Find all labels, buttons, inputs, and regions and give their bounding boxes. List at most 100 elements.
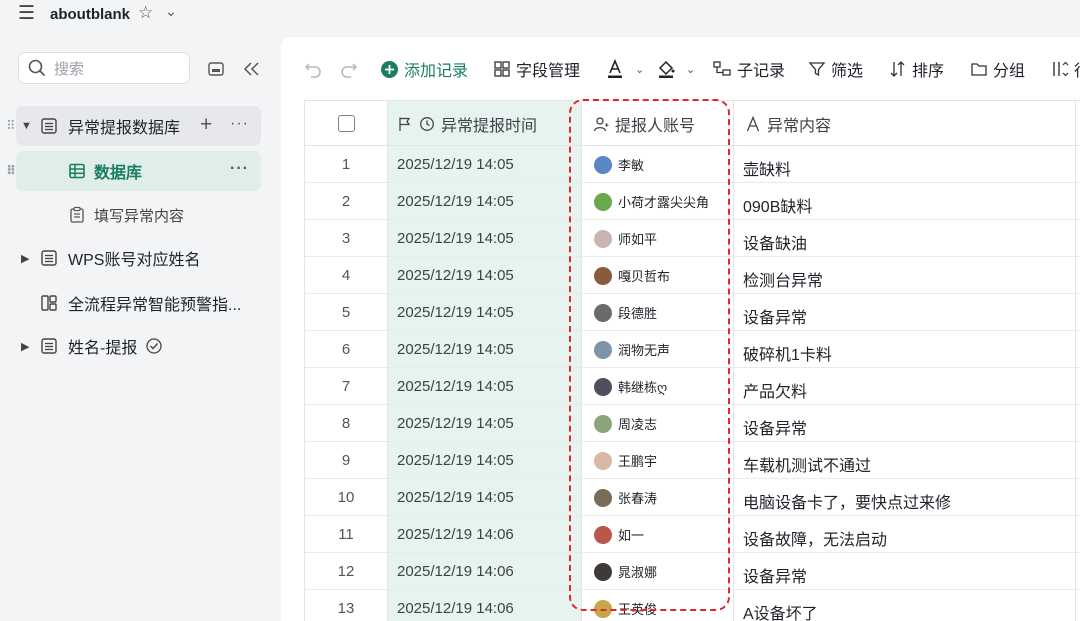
table-row[interactable]: 1 2025/12/19 14:05 李敏 壶缺料	[305, 146, 1080, 183]
table-row[interactable]: 10 2025/12/19 14:05 张春涛 电脑设备卡了，要快点过来修	[305, 479, 1080, 516]
reporter-cell[interactable]: 晁淑娜	[594, 562, 657, 581]
reporter-cell[interactable]: 王英俊	[594, 599, 657, 618]
time-cell[interactable]: 2025/12/19 14:05	[397, 193, 514, 210]
reporter-name: 嘎贝哲布	[618, 269, 671, 284]
avatar	[594, 155, 612, 174]
table-row[interactable]: 12 2025/12/19 14:06 晁淑娜 设备异常	[305, 553, 1080, 590]
sidebar: 搜索 ⠿ ▼ 异常提报数据库 + ··· ⠿ 数据库 ··· 填写异常内容 ▶ …	[0, 30, 275, 621]
time-cell[interactable]: 2025/12/19 14:06	[397, 563, 514, 580]
time-cell[interactable]: 2025/12/19 14:06	[397, 600, 514, 617]
table-row[interactable]: 8 2025/12/19 14:05 周凌志 设备异常	[305, 405, 1080, 442]
reporter-name: 师如平	[618, 232, 658, 247]
reporter-cell[interactable]: 李敏	[594, 155, 644, 174]
table-row[interactable]: 5 2025/12/19 14:05 段德胜 设备异常	[305, 294, 1080, 331]
search-input[interactable]: 搜索	[18, 52, 190, 84]
group-button[interactable]: 分组	[970, 57, 1025, 81]
table-row[interactable]: 9 2025/12/19 14:05 王鹏宇 车载机测试不通过	[305, 442, 1080, 479]
sidebar-item-database[interactable]: ⠿ 数据库 ···	[6, 151, 261, 191]
reporter-cell[interactable]: 张春涛	[594, 488, 657, 507]
time-cell[interactable]: 2025/12/19 14:05	[397, 378, 514, 395]
star-icon[interactable]: ☆	[138, 3, 153, 23]
caret-right-icon[interactable]: ▶	[21, 340, 29, 353]
redo-button[interactable]	[339, 57, 364, 81]
table-row[interactable]: 2 2025/12/19 14:05 小荷才露尖尖角 090B缺料	[305, 183, 1080, 220]
collapse-panel-icon[interactable]	[207, 60, 225, 78]
content-cell[interactable]: 电脑设备卡了，要快点过来修	[743, 489, 951, 513]
fill-color-button[interactable]: ⌄	[657, 57, 695, 81]
collapse-sidebar-icon[interactable]	[242, 60, 262, 78]
add-icon[interactable]: +	[200, 113, 212, 137]
reporter-cell[interactable]: 嘎贝哲布	[594, 266, 670, 285]
caret-right-icon[interactable]: ▶	[21, 252, 29, 265]
text-color-button[interactable]: ⌄	[606, 57, 644, 81]
time-cell[interactable]: 2025/12/19 14:05	[397, 156, 514, 173]
row-number: 6	[341, 341, 351, 358]
time-cell[interactable]: 2025/12/19 14:06	[397, 526, 514, 543]
time-cell[interactable]: 2025/12/19 14:05	[397, 341, 514, 358]
select-all-checkbox[interactable]	[338, 115, 355, 132]
content-cell[interactable]: 产品欠料	[743, 378, 807, 402]
table-row[interactable]: 3 2025/12/19 14:05 师如平 设备缺油	[305, 220, 1080, 257]
reporter-cell[interactable]: 师如平	[594, 229, 657, 248]
content-cell[interactable]: 设备异常	[743, 415, 807, 439]
table-row[interactable]: 7 2025/12/19 14:05 韩继栋ღ 产品欠料	[305, 368, 1080, 405]
column-header-content[interactable]: 异常内容	[745, 101, 831, 146]
sidebar-item-dashboard[interactable]: 全流程异常智能预警指...	[16, 283, 261, 323]
sub-record-button[interactable]: 子记录	[712, 57, 785, 81]
reporter-cell[interactable]: 王鹏宇	[594, 451, 657, 470]
sidebar-item-label: 姓名-提报	[68, 340, 138, 357]
column-header-reporter[interactable]: 提报人账号	[593, 101, 695, 146]
content-cell[interactable]: 090B缺料	[743, 193, 812, 217]
reporter-name: 段德胜	[618, 306, 658, 321]
reporter-cell[interactable]: 润物无声	[594, 340, 670, 359]
column-header-label: 异常提报时间	[441, 117, 538, 135]
sidebar-item-fill-form[interactable]: 填写异常内容	[16, 195, 261, 235]
drag-handle-icon[interactable]: ⠿	[6, 118, 15, 134]
sidebar-item-wps-accounts[interactable]: ▶ WPS账号对应姓名	[16, 238, 261, 278]
reporter-cell[interactable]: 周凌志	[594, 414, 657, 433]
paint-bucket-icon	[658, 60, 675, 78]
row-number: 5	[341, 304, 351, 321]
sort-button[interactable]: 排序	[889, 57, 944, 81]
content-cell[interactable]: 车载机测试不通过	[743, 452, 871, 476]
sidebar-item-name-report[interactable]: ▶ 姓名-提报	[16, 326, 261, 366]
sidebar-item-exception-db[interactable]: ⠿ ▼ 异常提报数据库 + ···	[6, 106, 261, 146]
table-row[interactable]: 13 2025/12/19 14:06 王英俊 A设备坏了	[305, 590, 1080, 621]
folder-icon	[971, 63, 987, 76]
reporter-cell[interactable]: 段德胜	[594, 303, 657, 322]
more-icon[interactable]: ···	[230, 160, 249, 178]
content-cell[interactable]: 设备故障，无法启动	[743, 526, 887, 550]
reporter-cell[interactable]: 韩继栋ღ	[594, 377, 667, 396]
column-header-time[interactable]: 异常提报时间	[397, 101, 537, 146]
content-cell[interactable]: 设备异常	[743, 304, 807, 328]
row-height-button[interactable]: 行	[1051, 57, 1080, 81]
undo-button[interactable]	[303, 57, 328, 81]
time-cell[interactable]: 2025/12/19 14:05	[397, 267, 514, 284]
avatar	[594, 266, 612, 285]
time-cell[interactable]: 2025/12/19 14:05	[397, 230, 514, 247]
add-record-label: 添加记录	[404, 63, 469, 80]
caret-down-icon[interactable]: ▼	[21, 120, 32, 132]
content-cell[interactable]: 设备缺油	[743, 230, 807, 254]
chevron-down-icon[interactable]: ⌄	[165, 3, 177, 20]
table-row[interactable]: 4 2025/12/19 14:05 嘎贝哲布 检测台异常	[305, 257, 1080, 294]
filter-button[interactable]: 筛选	[808, 57, 863, 81]
add-record-button[interactable]: 添加记录	[380, 57, 468, 81]
content-cell[interactable]: 检测台异常	[743, 267, 823, 291]
content-cell[interactable]: A设备坏了	[743, 600, 818, 621]
content-cell[interactable]: 壶缺料	[743, 156, 791, 180]
menu-icon[interactable]: ☰	[18, 2, 35, 25]
time-cell[interactable]: 2025/12/19 14:05	[397, 452, 514, 469]
reporter-cell[interactable]: 如一	[594, 525, 644, 544]
content-cell[interactable]: 设备异常	[743, 563, 807, 587]
content-cell[interactable]: 破碎机1卡料	[743, 341, 832, 365]
reporter-cell[interactable]: 小荷才露尖尖角	[594, 192, 709, 211]
time-cell[interactable]: 2025/12/19 14:05	[397, 489, 514, 506]
time-cell[interactable]: 2025/12/19 14:05	[397, 415, 514, 432]
table-row[interactable]: 6 2025/12/19 14:05 润物无声 破碎机1卡料	[305, 331, 1080, 368]
more-icon[interactable]: ···	[230, 115, 249, 133]
time-cell[interactable]: 2025/12/19 14:05	[397, 304, 514, 321]
table-row[interactable]: 11 2025/12/19 14:06 如一 设备故障，无法启动	[305, 516, 1080, 553]
field-manage-button[interactable]: 字段管理	[493, 57, 580, 81]
drag-handle-icon[interactable]: ⠿	[6, 163, 16, 179]
